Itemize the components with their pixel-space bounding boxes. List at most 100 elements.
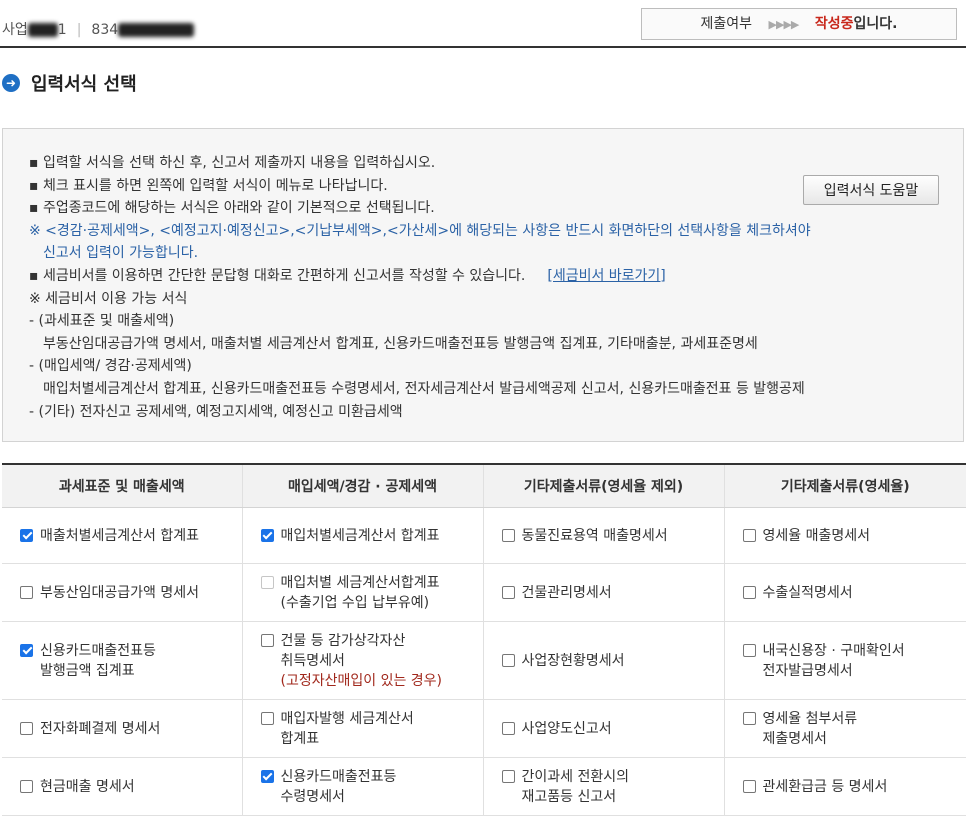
arrow-circle-icon: ➜ — [2, 74, 20, 92]
form-option[interactable]: 영세율 첨부서류 제출명세서 — [742, 709, 967, 749]
form-option[interactable]: 매출처별세금계산서 합계표 — [20, 526, 242, 546]
info-line: ▪ 주업종코드에 해당하는 서식은 아래와 같이 기본적으로 선택됩니다. — [29, 200, 435, 217]
form-option[interactable]: 사업장현황명세서 — [501, 651, 724, 671]
form-option[interactable]: 매입처별세금계산서 합계표 — [260, 526, 483, 546]
form-checkbox[interactable] — [742, 585, 756, 599]
form-option-label: 영세율 매출명세서 — [763, 526, 871, 546]
form-option-label: 건물 등 감가상각자산 취득명세서 (고정자산매입이 있는 경우) — [281, 631, 443, 691]
form-option[interactable]: 수출실적명세서 — [742, 583, 967, 603]
form-option-label: 전자화폐결제 명세서 — [40, 719, 160, 739]
form-help-button[interactable]: 입력서식 도움말 — [803, 175, 939, 205]
form-option[interactable]: 동물진료용역 매출명세서 — [501, 526, 724, 546]
form-option-label: 간이과세 전환시의 재고품등 신고서 — [522, 767, 630, 807]
form-option-label: 신용카드매출전표등 수령명세서 — [281, 767, 397, 807]
form-option-label: 매입처별 세금계산서합계표 (수출기업 수입 납부유예) — [281, 573, 440, 613]
table-cell: 내국신용장 · 구매확인서전자발급명세서 — [724, 621, 967, 700]
form-option-line: 수령명세서 — [280, 788, 345, 805]
table-cell: 사업양도신고서 — [483, 699, 725, 758]
status-label: 제출여부 — [700, 16, 753, 32]
form-checkbox[interactable] — [501, 585, 515, 599]
column-header: 기타제출서류(영세율) — [724, 463, 966, 508]
redacted-text — [118, 23, 195, 37]
form-option-line: 내국신용장 · 구매확인서 — [762, 642, 905, 659]
form-option[interactable]: 매입자발행 세금계산서 합계표 — [260, 709, 483, 749]
form-checkbox[interactable] — [20, 585, 33, 599]
form-option-note: (고정자산매입이 있는 경우) — [280, 672, 443, 689]
form-checkbox[interactable] — [742, 528, 756, 542]
form-option-label: 신용카드매출전표등발행금액 집계표 — [40, 641, 156, 681]
table-cell: 수출실적명세서 — [724, 563, 967, 622]
secretary-line: ▪ 세금비서를 이용하면 간단한 문답형 대화로 간편하게 신고서를 작성할 수… — [29, 265, 811, 288]
form-checkbox[interactable] — [501, 769, 515, 783]
form-checkbox[interactable] — [20, 721, 33, 735]
form-option-line: 매입처별 세금계산서합계표 — [280, 574, 440, 591]
form-option-label: 건물관리명세서 — [522, 583, 612, 603]
group-items: 매입처별세금계산서 합계표, 신용카드매출전표등 수령명세서, 전자세금계산서 … — [43, 380, 805, 397]
form-option[interactable]: 내국신용장 · 구매확인서전자발급명세서 — [742, 641, 967, 681]
form-option-line: 영세율 매출명세서 — [762, 527, 871, 544]
arrow-icons: ▶▶▶▶ — [768, 18, 800, 31]
form-checkbox[interactable] — [20, 643, 33, 657]
form-option-line: 사업양도신고서 — [521, 720, 612, 737]
form-option-line: 전자발급명세서 — [762, 662, 853, 679]
form-option-line: 매출처별세금계산서 합계표 — [40, 527, 200, 544]
form-option[interactable]: 매입처별 세금계산서합계표 (수출기업 수입 납부유예) — [260, 573, 483, 613]
form-checkbox[interactable] — [260, 769, 274, 783]
table-row: 부동산임대공급가액 명세서 매입처별 세금계산서합계표 (수출기업 수입 납부유예)… — [2, 563, 967, 622]
form-option[interactable]: 현금매출 명세서 — [20, 777, 242, 797]
column-header: 기타제출서류(영세율 제외) — [483, 463, 725, 508]
form-option[interactable]: 건물관리명세서 — [501, 583, 724, 603]
form-option-label: 사업장현황명세서 — [522, 651, 625, 671]
form-checkbox[interactable] — [260, 528, 274, 542]
business-label-suffix: 1 — [57, 22, 67, 38]
form-option[interactable]: 부동산임대공급가액 명세서 — [20, 583, 242, 603]
business-label: 사업 — [2, 22, 28, 38]
form-option-label: 영세율 첨부서류 제출명세서 — [763, 709, 858, 749]
secretary-link[interactable]: [세금비서 바로가기] — [547, 268, 665, 284]
column-header: 과세표준 및 매출세액 — [2, 463, 243, 508]
form-checkbox[interactable] — [501, 721, 515, 735]
form-checkbox[interactable] — [20, 528, 33, 542]
table-cell: 영세율 매출명세서 — [724, 507, 967, 564]
table-cell: 매입처별세금계산서 합계표 — [242, 507, 484, 564]
form-option-line: 재고품등 신고서 — [521, 788, 617, 805]
warning-line: 신고서 입력이 가능합니다. — [43, 245, 199, 262]
form-option[interactable]: 신용카드매출전표등발행금액 집계표 — [20, 641, 242, 681]
divider: | — [76, 22, 82, 38]
table-row: 신용카드매출전표등발행금액 집계표 건물 등 감가상각자산 취득명세서 (고정자산매입… — [2, 621, 967, 700]
section-title: ➜ 입력서식 선택 — [2, 70, 137, 96]
form-checkbox[interactable] — [742, 643, 756, 657]
form-selection-table: 과세표준 및 매출세액 매입세액/경감 · 공제세액 기타제출서류(영세율 제외… — [2, 463, 966, 816]
form-option-label: 수출실적명세서 — [763, 583, 853, 603]
info-lines: ▪ 입력할 서식을 선택 하신 후, 신고서 제출까지 내용을 입력하십시오. … — [29, 152, 811, 423]
submission-status-box: 제출여부 ▶▶▶▶ 작성중입니다. — [641, 8, 957, 40]
form-checkbox[interactable] — [501, 653, 515, 667]
form-checkbox[interactable] — [501, 528, 515, 542]
form-option[interactable]: 사업양도신고서 — [501, 719, 724, 739]
form-option-line: 신용카드매출전표등 — [40, 642, 156, 659]
form-option[interactable]: 신용카드매출전표등 수령명세서 — [260, 767, 483, 807]
form-option-line: 발행금액 집계표 — [40, 662, 135, 679]
form-checkbox[interactable] — [742, 779, 756, 793]
form-checkbox[interactable] — [742, 711, 756, 725]
form-checkbox[interactable] — [20, 779, 33, 793]
form-option-line: 전자화폐결제 명세서 — [40, 720, 161, 737]
form-option[interactable]: 건물 등 감가상각자산 취득명세서 (고정자산매입이 있는 경우) — [260, 631, 483, 691]
form-option-line: 건물관리명세서 — [521, 584, 612, 601]
form-option[interactable]: 전자화폐결제 명세서 — [20, 719, 242, 739]
form-checkbox[interactable] — [260, 633, 274, 647]
form-option[interactable]: 영세율 매출명세서 — [742, 526, 967, 546]
form-option-line: 합계표 — [280, 730, 320, 747]
table-cell: 관세환급금 등 명세서 — [724, 757, 967, 816]
table-cell: 간이과세 전환시의 재고품등 신고서 — [483, 757, 725, 816]
form-option[interactable]: 관세환급금 등 명세서 — [742, 777, 967, 797]
form-option-label: 매입처별세금계산서 합계표 — [281, 526, 440, 546]
form-option-line: 영세율 첨부서류 — [762, 710, 858, 727]
business-number: 834 — [91, 22, 119, 38]
form-option[interactable]: 간이과세 전환시의 재고품등 신고서 — [501, 767, 724, 807]
form-option-line: 현금매출 명세서 — [40, 778, 135, 795]
table-cell: 건물관리명세서 — [483, 563, 725, 622]
table-cell: 건물 등 감가상각자산 취득명세서 (고정자산매입이 있는 경우) — [242, 621, 484, 700]
warning-line: ※ <경감·공제세액>, <예정고지·예정신고>,<기납부세액>,<가산세>에 … — [29, 222, 811, 239]
form-checkbox[interactable] — [260, 711, 274, 725]
